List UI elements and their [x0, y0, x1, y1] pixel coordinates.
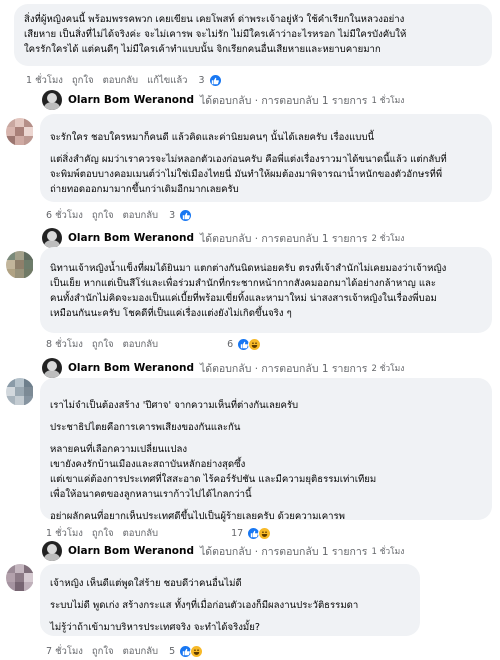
haha-reaction-icon	[190, 645, 204, 658]
comment-bubble: จะรักใคร ชอบใครหมาก็คนดี แล้วคิดและค่านิ…	[40, 114, 492, 202]
comment-text-line: อย่าผลักคนที่อยากเห็นประเทศดีขึ้นไปเป็นผ…	[50, 511, 345, 522]
haha-reaction-icon	[248, 338, 262, 351]
reply-summary[interactable]: Olarn Bom Weranond ได้ตอบกลับ · การตอบกล…	[42, 541, 404, 561]
comment-time[interactable]: 6 ชั่วโมง	[46, 208, 83, 223]
like-button[interactable]: ถูกใจ	[92, 644, 114, 659]
avatar[interactable]	[6, 378, 34, 406]
comment-time[interactable]: 7 ชั่วโมง	[46, 644, 83, 659]
reaction-summary[interactable]: 17	[231, 527, 272, 540]
reaction-summary[interactable]: 3	[199, 74, 222, 87]
like-reaction-icon	[179, 209, 193, 222]
comment-time[interactable]: 1 ชั่วโมง	[46, 526, 83, 541]
reaction-summary[interactable]: 5	[169, 645, 204, 658]
comment-actions: 1 ชั่วโมง ถูกใจ ตอบกลับ 17	[46, 526, 272, 541]
comment-text-line: ใครรักใครได้ แต่คนดีๆ ไม่มีใครเค้าทำแบบน…	[24, 44, 381, 55]
reply-button[interactable]: ตอบกลับ	[123, 208, 159, 223]
reply-author-name[interactable]: Olarn Bom Weranond	[68, 94, 194, 106]
reply-button[interactable]: ตอบกลับ	[123, 526, 159, 541]
avatar	[42, 358, 62, 378]
haha-reaction-icon	[258, 527, 272, 540]
reaction-count: 6	[227, 339, 234, 350]
comment-text-line: เจ้าหญิง เห็นดีแต่พูดใส่ร้าย ชอบดีว่าคนอ…	[50, 578, 242, 589]
reply-button[interactable]: ตอบกลับ	[123, 337, 159, 352]
comment-text-line: เหมือนกันนะครับ โชคดีที่เป็นแค่เรื่องแต่…	[50, 308, 292, 319]
comment-bubble: สิ่งที่ผู้หญิงคนนี้ พร้อมพรรคพวก เคยเขีย…	[14, 4, 492, 66]
comment-text-line: สิ่งที่ผู้หญิงคนนี้ พร้อมพรรคพวก เคยเขีย…	[24, 14, 405, 25]
comment-text-line: จะพิมพ์ตอบบางคอมเมนต์ว่าไม่ใช่เมืองไทยนี…	[50, 169, 443, 180]
comment-text-line: ถ่ายทอดออกมามากขึ้นกว่าเดิมอีกมากเลยครับ	[50, 184, 239, 195]
comment-text-line: หลายคนที่เลือกความเปลี่ยนแปลง	[50, 444, 188, 455]
avatar	[42, 90, 62, 110]
avatar[interactable]	[6, 118, 34, 146]
reply-summary[interactable]: Olarn Bom Weranond ได้ตอบกลับ · การตอบกล…	[42, 358, 404, 378]
reply-author-name[interactable]: Olarn Bom Weranond	[68, 362, 194, 374]
comment-text-line: แต่เขาแค่ต้องการประเทศที่ใสสะอาด ไร้คอร์…	[50, 474, 377, 485]
comment-text-line: นิทานเจ้าหญิงน้ำแข็งที่ผมได้ยินมา แตกต่า…	[50, 263, 447, 274]
reaction-summary[interactable]: 3	[169, 209, 193, 222]
comment-text-line: แต่สิ่งสำคัญ ผมว่าเราควรจะไม่หลอกตัวเองก…	[50, 154, 447, 165]
comment-actions: 8 ชั่วโมง ถูกใจ ตอบกลับ 6	[46, 337, 262, 352]
reply-author-name[interactable]: Olarn Bom Weranond	[68, 545, 194, 557]
comment-actions: 6 ชั่วโมง ถูกใจ ตอบกลับ 3	[46, 208, 193, 223]
comment-bubble: นิทานเจ้าหญิงน้ำแข็งที่ผมได้ยินมา แตกต่า…	[40, 247, 492, 333]
reaction-count: 3	[198, 75, 205, 86]
reply-summary-text: ได้ตอบกลับ · การตอบกลับ 1 รายการ	[200, 232, 368, 245]
reply-button[interactable]: ตอบกลับ	[123, 644, 159, 659]
comment-text-line: เราไม่จำเป็นต้องสร้าง 'ปีศาจ' จากความเห็…	[50, 400, 299, 411]
avatar	[42, 541, 62, 561]
like-reaction-icon	[208, 74, 222, 87]
reaction-count: 5	[169, 646, 176, 657]
comment-time[interactable]: 8 ชั่วโมง	[46, 337, 83, 352]
comment-actions: 7 ชั่วโมง ถูกใจ ตอบกลับ 5	[46, 644, 204, 659]
edited-label: แก้ไขแล้ว	[147, 75, 188, 86]
comment-text-line: เพื่อให้อนาคตของลูกหลานเราก้าวไปได้ไกลกว…	[50, 489, 252, 500]
reply-time: 1 ชั่วโมง	[371, 96, 405, 106]
reply-summary-text: ได้ตอบกลับ · การตอบกลับ 1 รายการ	[200, 362, 368, 375]
comment-text-line: ประชาธิปไตยคือการเคารพเสียงของกันและกัน	[50, 422, 241, 433]
reaction-count: 3	[169, 210, 176, 221]
like-button[interactable]: ถูกใจ	[92, 337, 114, 352]
comment-time[interactable]: 1 ชั่วโมง	[26, 73, 63, 88]
comment-text-line: จะรักใคร ชอบใครหมาก็คนดี แล้วคิดและค่านิ…	[50, 132, 375, 143]
like-button[interactable]: ถูกใจ	[92, 208, 114, 223]
reaction-count: 17	[231, 528, 244, 539]
reply-summary[interactable]: Olarn Bom Weranond ได้ตอบกลับ · การตอบกล…	[42, 90, 404, 110]
reply-time: 1 ชั่วโมง	[371, 547, 405, 557]
comment-text-line: ระบบไม่ดี พูดเก่ง สร้างกระแส ทั้งๆที่เมื…	[50, 600, 359, 611]
comment-text-line: เป็นเย็ย หากแต่เป็นสีโร่และเพื่อร่วมสำนั…	[50, 278, 437, 289]
reply-button[interactable]: ตอบกลับ	[103, 73, 139, 88]
avatar[interactable]	[6, 564, 34, 592]
reply-author-name[interactable]: Olarn Bom Weranond	[68, 232, 194, 244]
reply-time: 2 ชั่วโมง	[371, 234, 405, 244]
reaction-summary[interactable]: 6	[227, 338, 262, 351]
comment-bubble: เจ้าหญิง เห็นดีแต่พูดใส่ร้าย ชอบดีว่าคนอ…	[40, 564, 420, 636]
comment-text-line: เขายังคงรักบ้านเมืองและสถาบันหลักอย่างสุ…	[50, 459, 246, 470]
reply-summary-text: ได้ตอบกลับ · การตอบกลับ 1 รายการ	[200, 545, 368, 558]
reply-summary-text: ได้ตอบกลับ · การตอบกลับ 1 รายการ	[200, 94, 368, 107]
comment-text-line: คนทั้งสำนักไม่คิดจะมองเป็นแค่เบี้ยที่พร้…	[50, 293, 437, 304]
reply-summary[interactable]: Olarn Bom Weranond ได้ตอบกลับ · การตอบกล…	[42, 228, 404, 248]
comment-text-line: ไม่รู้ว่าถ้าเข้ามาบริหารประเทศจริง จะทำไ…	[50, 622, 260, 633]
comment-text-line: เสียหาย เป็นสิ่งที่ไม่ได้จริงค่ะ จะไม่เค…	[24, 29, 407, 40]
comment-actions: 1 ชั่วโมง ถูกใจ ตอบกลับ แก้ไขแล้ว 3	[26, 73, 222, 88]
like-button[interactable]: ถูกใจ	[72, 73, 94, 88]
avatar	[42, 228, 62, 248]
comment-bubble: เราไม่จำเป็นต้องสร้าง 'ปีศาจ' จากความเห็…	[40, 378, 492, 522]
like-button[interactable]: ถูกใจ	[92, 526, 114, 541]
avatar[interactable]	[6, 251, 34, 279]
reply-time: 2 ชั่วโมง	[371, 364, 405, 374]
